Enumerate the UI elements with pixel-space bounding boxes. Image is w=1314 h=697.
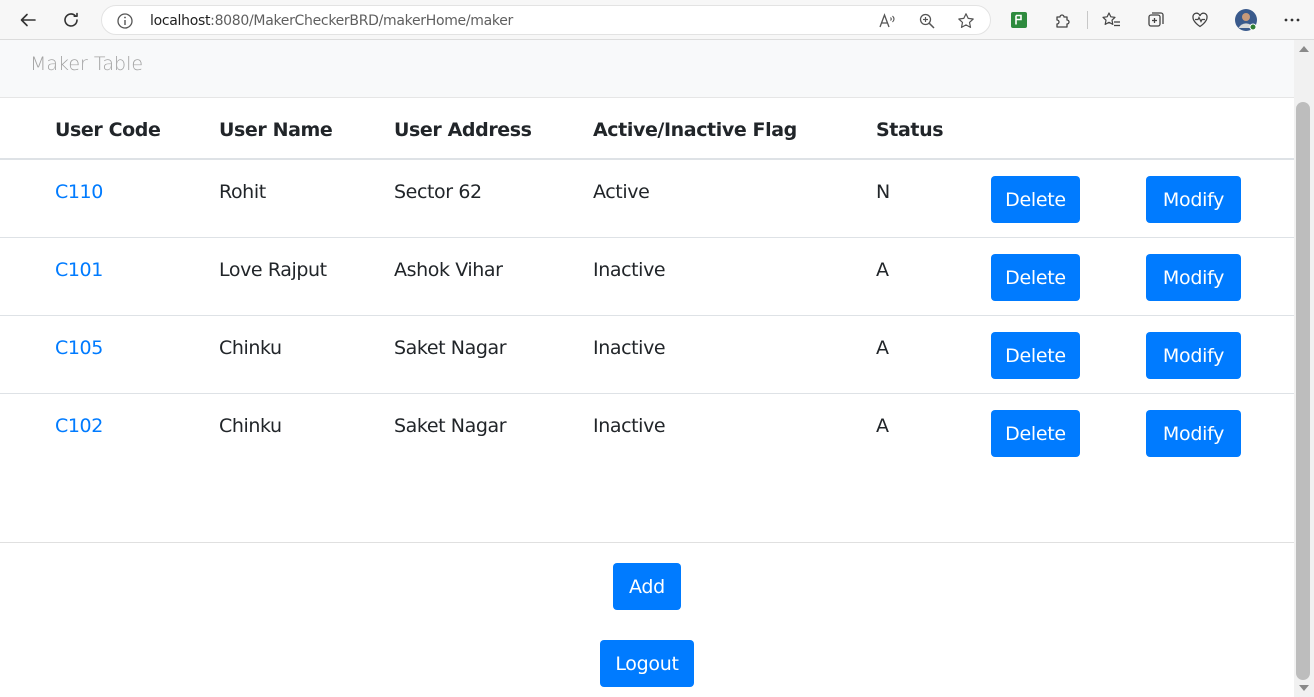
active-flag-cell: Inactive <box>593 337 666 359</box>
status-cell: A <box>876 415 889 437</box>
table-header: User Code User Name User Address Active/… <box>0 98 1294 160</box>
status-cell: N <box>876 181 890 203</box>
user-code-link[interactable]: C105 <box>55 337 103 359</box>
table-row: C102 Chinku Saket Nagar Inactive A Delet… <box>0 394 1294 472</box>
delete-button[interactable]: Delete <box>991 332 1080 379</box>
status-cell: A <box>876 259 889 281</box>
logout-button[interactable]: Logout <box>600 640 694 687</box>
navbar: Maker Table <box>0 40 1294 98</box>
favorite-star-icon[interactable] <box>957 12 975 30</box>
active-flag-cell: Active <box>593 181 650 203</box>
user-address-cell: Saket Nagar <box>394 337 507 359</box>
back-icon[interactable] <box>14 6 42 34</box>
modify-button[interactable]: Modify <box>1146 410 1241 457</box>
user-code-link[interactable]: C102 <box>55 415 103 437</box>
extensions-puzzle-icon[interactable] <box>1053 10 1073 30</box>
active-flag-cell: Inactive <box>593 259 666 281</box>
table-row: C101 Love Rajput Ashok Vihar Inactive A … <box>0 238 1294 316</box>
collections-icon[interactable] <box>1146 10 1166 30</box>
user-code-link[interactable]: C101 <box>55 259 103 281</box>
url-host: localhost <box>150 13 211 29</box>
read-aloud-icon[interactable] <box>878 12 896 30</box>
user-name-cell: Love Rajput <box>219 259 327 281</box>
refresh-icon[interactable] <box>57 6 85 34</box>
user-name-cell: Chinku <box>219 415 282 437</box>
user-address-cell: Sector 62 <box>394 181 482 203</box>
info-icon[interactable] <box>116 12 134 30</box>
zoom-icon[interactable] <box>918 12 936 30</box>
header-active-flag: Active/Inactive Flag <box>593 119 797 141</box>
extension-green-icon[interactable] <box>1009 10 1029 30</box>
browser-essentials-icon[interactable] <box>1190 10 1210 30</box>
scroll-down-arrow-icon[interactable] <box>1299 685 1309 691</box>
more-options-icon[interactable] <box>1282 10 1302 30</box>
address-bar[interactable]: localhost:8080/MakerCheckerBRD/makerHome… <box>101 5 991 35</box>
section-divider <box>0 542 1294 543</box>
delete-button[interactable]: Delete <box>991 254 1080 301</box>
header-user-address: User Address <box>394 119 532 141</box>
user-code-link[interactable]: C110 <box>55 181 103 203</box>
favorites-list-icon[interactable] <box>1101 10 1121 30</box>
scroll-up-arrow-icon[interactable] <box>1299 46 1309 52</box>
url-text[interactable]: localhost:8080/MakerCheckerBRD/makerHome… <box>150 13 513 29</box>
active-flag-cell: Inactive <box>593 415 666 437</box>
status-cell: A <box>876 337 889 359</box>
modify-button[interactable]: Modify <box>1146 176 1241 223</box>
modify-button[interactable]: Modify <box>1146 332 1241 379</box>
navbar-brand[interactable]: Maker Table <box>30 53 143 75</box>
user-address-cell: Saket Nagar <box>394 415 507 437</box>
header-user-code: User Code <box>55 119 161 141</box>
table-row: C110 Rohit Sector 62 Active N Delete Mod… <box>0 160 1294 238</box>
header-status: Status <box>876 119 944 141</box>
scrollbar-thumb[interactable] <box>1296 102 1310 680</box>
user-name-cell: Chinku <box>219 337 282 359</box>
user-address-cell: Ashok Vihar <box>394 259 503 281</box>
url-path: :8080/MakerCheckerBRD/makerHome/maker <box>210 13 513 29</box>
user-name-cell: Rohit <box>219 181 266 203</box>
add-button[interactable]: Add <box>613 563 681 610</box>
header-user-name: User Name <box>219 119 333 141</box>
delete-button[interactable]: Delete <box>991 176 1080 223</box>
modify-button[interactable]: Modify <box>1146 254 1241 301</box>
table-row: C105 Chinku Saket Nagar Inactive A Delet… <box>0 316 1294 394</box>
browser-toolbar: localhost:8080/MakerCheckerBRD/makerHome… <box>0 0 1314 40</box>
delete-button[interactable]: Delete <box>991 410 1080 457</box>
toolbar-divider <box>1087 11 1088 29</box>
profile-avatar[interactable] <box>1234 8 1258 32</box>
